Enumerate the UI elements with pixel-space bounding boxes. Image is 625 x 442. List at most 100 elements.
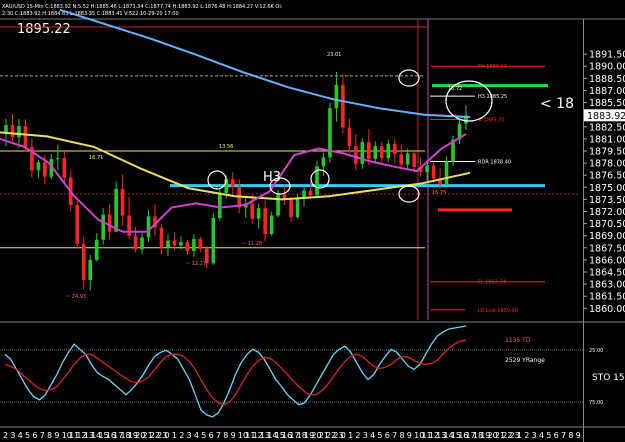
time-tick-label: 5 — [377, 431, 382, 440]
price-annotation: ~ 24.93 — [66, 294, 86, 300]
price-tick-label: 1875.00 — [589, 183, 625, 194]
time-tick-label: 3 — [363, 431, 368, 440]
candle-body — [392, 143, 397, 155]
candle-body — [107, 214, 112, 232]
time-tick-label: 2 — [179, 431, 184, 440]
candle-body — [444, 161, 449, 185]
price-tick-label: 1866.00 — [589, 255, 625, 266]
candle-body — [405, 153, 410, 165]
chart-subheader: 2:30 C:1883.92 H:1884.83 L:1883.35 C:188… — [2, 11, 179, 17]
candle-body — [10, 125, 15, 138]
candle-body — [120, 188, 125, 216]
time-tick-label: 2 — [355, 431, 360, 440]
candle-body — [218, 192, 222, 218]
time-tick-label: 0 — [165, 431, 170, 440]
level-label: FH 1889.63 — [478, 64, 507, 70]
candle-body — [172, 240, 177, 246]
price-tick-label: 1861.50 — [589, 292, 625, 303]
time-tick-label: 4 — [539, 431, 544, 440]
time-tick-label: 1 — [172, 431, 177, 440]
level-label: LR Low 1859.90 — [478, 308, 518, 314]
candle-body — [289, 198, 293, 218]
corner-price: 1895.22 — [17, 22, 71, 37]
price-tick-label: 1867.50 — [589, 243, 625, 254]
price-tick-label: 1873.50 — [589, 195, 625, 206]
candle-body — [159, 227, 164, 248]
price-tick-label: 1890.00 — [589, 62, 625, 73]
level-label: H3 1885.25 — [478, 94, 507, 100]
candle-body — [88, 259, 93, 281]
price-tick-label: 1881.00 — [589, 134, 625, 145]
time-tick-label: 4 — [18, 431, 23, 440]
candle-body — [412, 153, 416, 168]
price-tick-label: 1879.50 — [589, 146, 625, 157]
price-annotation: ~ 11.28 — [242, 241, 262, 247]
price-tick-label: 1878.00 — [589, 159, 625, 170]
candle-body — [133, 235, 138, 250]
time-tick-label: 6 — [554, 431, 559, 440]
price-tick-label: 1891.50 — [589, 50, 625, 61]
time-tick-label: 9 — [231, 431, 236, 440]
candle-body — [347, 127, 352, 147]
price-annotation: 16.71 — [89, 155, 103, 161]
price-tick-label: 1882.50 — [589, 122, 625, 133]
time-tick-label: 8 — [568, 431, 573, 440]
level-label: RDR 1878.40 — [478, 159, 511, 165]
time-tick-label: 8 — [399, 431, 404, 440]
chart-header: XAU/USD 15-Min C:1883.92 N:5.52 H:1885.4… — [2, 4, 283, 10]
price-tick-label: 1864.50 — [589, 268, 625, 279]
candle-body — [36, 162, 41, 171]
osc-tick-label: 75.00 — [589, 400, 603, 406]
time-tick-label: 9 — [54, 431, 59, 440]
osc-info-label: 2529 YRange — [505, 357, 545, 364]
price-annotation: 13.56 — [219, 144, 233, 150]
candle-body — [295, 197, 300, 218]
candle-body — [185, 242, 190, 252]
candle-body — [56, 158, 60, 160]
price-tick-label: 1872.00 — [589, 207, 625, 218]
price-annotation: ~ 12.27 — [186, 261, 206, 267]
candle-body — [321, 157, 326, 167]
osc-tick-label: 25.00 — [589, 348, 603, 354]
price-annotation: H3 — [263, 170, 281, 185]
candle-body — [341, 84, 345, 128]
time-tick-label: 5 — [546, 431, 551, 440]
candle-body — [367, 142, 371, 160]
price-annotation: 23.01 — [327, 52, 341, 58]
candle-body — [282, 194, 287, 199]
candle-body — [23, 125, 28, 147]
candle-body — [75, 205, 80, 244]
price-annotation: < 18 — [540, 96, 574, 112]
time-tick-label: 7 — [392, 431, 397, 440]
price-annotation: 16.75 — [432, 190, 446, 196]
time-tick-label: 6 — [209, 431, 214, 440]
candle-body — [354, 146, 358, 164]
candle-body — [179, 242, 183, 246]
candle-body — [308, 190, 313, 196]
osc-info-label: 1135 TD — [505, 337, 531, 344]
time-tick-label: 1 — [517, 431, 522, 440]
price-tick-label: 1887.00 — [589, 86, 625, 97]
candle-body — [276, 194, 280, 216]
candle-body — [334, 84, 339, 109]
moving-average-line — [59, 8, 471, 119]
price-tick-label: 1888.50 — [589, 74, 625, 85]
price-tick-label: 1869.00 — [589, 231, 625, 242]
time-tick-label: 8 — [47, 431, 52, 440]
time-tick-label: 7 — [40, 431, 45, 440]
candle-body — [146, 216, 151, 238]
time-tick-label: 5 — [201, 431, 206, 440]
price-tick-label: 1876.50 — [589, 171, 625, 182]
candle-body — [399, 154, 403, 165]
osc-name-label: STO 15 — [592, 373, 625, 383]
time-tick-label: 8 — [223, 431, 228, 440]
time-tick-label: 7 — [216, 431, 221, 440]
level-label: FL 1863.34 — [478, 280, 506, 286]
time-tick-label: 0 — [341, 431, 346, 440]
time-tick-label: 2 — [524, 431, 529, 440]
candle-body — [256, 208, 261, 219]
candle-body — [425, 165, 429, 172]
candle-body — [140, 237, 144, 250]
candle-body — [269, 215, 274, 235]
candle-body — [373, 146, 378, 160]
